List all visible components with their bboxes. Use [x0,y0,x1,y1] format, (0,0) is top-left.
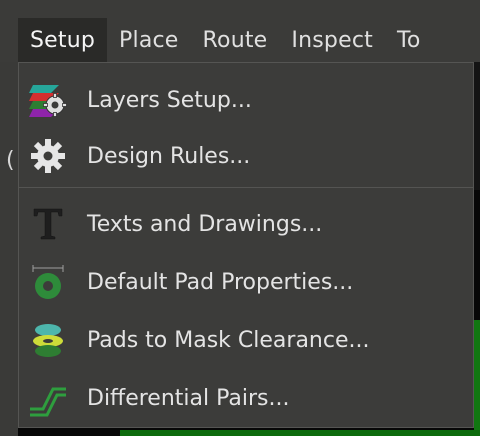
differential-pairs-icon [29,379,67,417]
menu-item-label: Design Rules... [87,143,251,169]
menu-inspect[interactable]: Inspect [279,18,385,62]
pcb-copper-edge [120,430,480,436]
menu-item-label: Differential Pairs... [87,385,290,411]
menu-item-texts-and-drawings[interactable]: Texts and Drawings... [19,199,473,249]
pad-icon [29,263,67,301]
mask-clearance-icon [29,321,67,359]
menu-route[interactable]: Route [191,18,280,62]
menu-item-label: Layers Setup... [87,87,252,113]
text-t-icon [29,205,67,243]
setup-dropdown-menu: Layers Setup... Design Rules... Texts an… [18,62,474,428]
menu-item-pads-to-mask-clearance[interactable]: Pads to Mask Clearance... [19,315,473,365]
menu-setup[interactable]: Setup [18,18,108,62]
menu-item-differential-pairs[interactable]: Differential Pairs... [19,373,473,423]
left-toolbar: ( [0,62,18,436]
menubar: Setup Place Route Inspect To [0,0,480,62]
menu-item-label: Pads to Mask Clearance... [87,327,370,353]
app-window: ( Setup Place Route Inspect To Layers Se… [0,0,480,436]
menu-tools[interactable]: To [385,18,433,62]
menu-item-label: Default Pad Properties... [87,269,354,295]
menu-item-design-rules[interactable]: Design Rules... [19,131,473,181]
pcb-trace [474,320,480,436]
toolbar-glyph: ( [6,148,15,173]
menu-separator [19,187,473,188]
gear-icon [29,137,67,175]
menu-item-layers-setup[interactable]: Layers Setup... [19,75,473,125]
menu-place[interactable]: Place [107,18,191,62]
menubar-items: Setup Place Route Inspect To [18,18,433,62]
layers-setup-icon [29,81,67,119]
menu-item-default-pad-properties[interactable]: Default Pad Properties... [19,257,473,307]
menu-item-label: Texts and Drawings... [87,211,323,237]
